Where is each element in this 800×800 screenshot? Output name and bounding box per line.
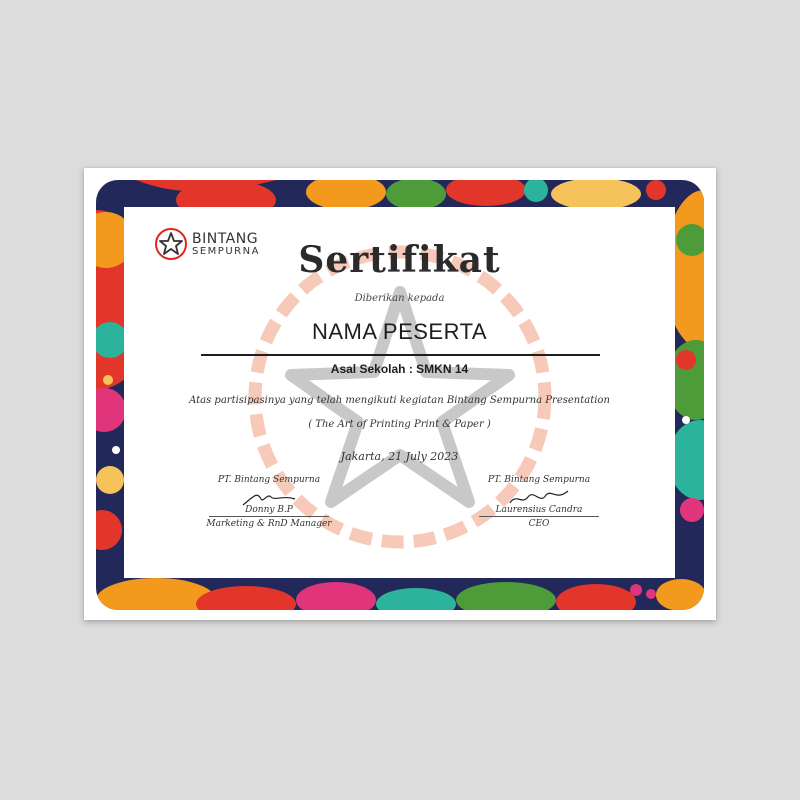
signature-line bbox=[479, 516, 599, 517]
signatory-company: PT. Bintang Sempurna bbox=[487, 475, 591, 485]
name-underline bbox=[201, 354, 600, 356]
signature-line bbox=[209, 516, 329, 517]
signatory-role: CEO bbox=[528, 519, 550, 529]
signatory-left: PT. Bintang Sempurna Donny B.P Marketing… bbox=[194, 475, 344, 529]
signatory-right: PT. Bintang Sempurna Laurensius Candra C… bbox=[464, 475, 614, 529]
event-subtitle: ( The Art of Printing Print & Paper ) bbox=[308, 419, 491, 430]
certificate-title: Sertifikat bbox=[298, 239, 501, 281]
signatory-name: Laurensius Candra bbox=[495, 505, 583, 515]
school-label: Asal Sekolah : bbox=[330, 362, 413, 376]
signatory-company: PT. Bintang Sempurna bbox=[217, 475, 321, 485]
recipient-name: NAMA PESERTA bbox=[311, 319, 488, 344]
certificate-date: Jakarta, 21 July 2023 bbox=[340, 450, 459, 463]
certificate-content: BINTANG SEMPURNA Sertifikat Diberikan ke… bbox=[124, 207, 675, 578]
school-value: SMKN 14 bbox=[416, 362, 469, 376]
school-line: Asal Sekolah : SMKN 14 bbox=[124, 362, 675, 376]
participation-text: Atas partisipasinya yang telah mengikuti… bbox=[189, 395, 610, 406]
signatory-name: Donny B.P bbox=[245, 505, 293, 515]
signatory-role: Marketing & RnD Manager bbox=[206, 519, 332, 529]
given-to-label: Diberikan kepada bbox=[354, 293, 445, 304]
